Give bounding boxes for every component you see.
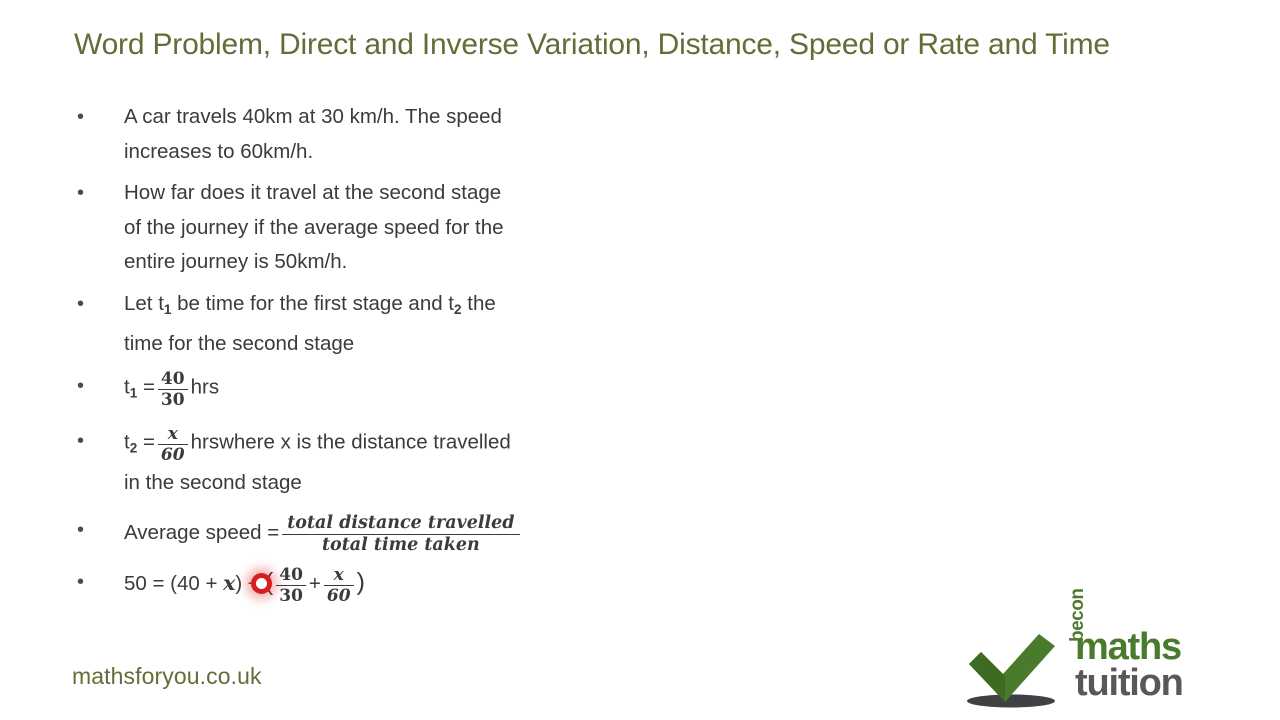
equation-t1: t1 = 40 30 hrs bbox=[124, 369, 670, 411]
brand-logo: becon maths tuition bbox=[963, 589, 1218, 710]
fraction-denominator: 60 bbox=[326, 586, 351, 607]
bullet-line: Let t1 be time for the first stage and t… bbox=[124, 287, 670, 328]
slide-canvas: Word Problem, Direct and Inverse Variati… bbox=[0, 0, 1280, 720]
list-item-average-speed: • Average speed = total distance travelle… bbox=[70, 513, 670, 555]
fraction-40-30: 40 30 bbox=[157, 369, 188, 410]
bullet-line: in the second stage bbox=[124, 470, 302, 494]
fraction-denominator: total time taken bbox=[321, 534, 480, 555]
fraction-numerator: total distance travelled bbox=[282, 514, 520, 535]
fraction-numerator: x bbox=[157, 424, 188, 445]
list-item-how-far: • How far does it travel at the second s… bbox=[70, 176, 670, 280]
fraction-numerator: 40 bbox=[157, 369, 188, 390]
open-paren: ( bbox=[264, 567, 274, 596]
bullet-icon: • bbox=[77, 429, 85, 452]
equation-t2: t2 = x 60 hrswhere x is the distance travel… bbox=[124, 424, 670, 466]
footer-website-link[interactable]: mathsforyou.co.uk bbox=[72, 663, 262, 690]
bullet-line: A car travels 40km at 30 km/h. The speed bbox=[124, 105, 502, 128]
fraction-x-60: x 60 bbox=[323, 566, 354, 607]
fraction-numerator: 40 bbox=[276, 566, 306, 587]
bullet-icon: • bbox=[77, 106, 85, 128]
fraction-denominator: 60 bbox=[160, 444, 185, 465]
bullet-icon: • bbox=[77, 374, 85, 397]
close-paren-lhs: ) bbox=[235, 571, 248, 595]
unit-and-text: hrswhere x is the distance travelled bbox=[190, 430, 511, 454]
bullet-line: How far does it travel at the second sta… bbox=[124, 181, 502, 204]
unit-label: hrs bbox=[190, 375, 220, 399]
text-mid: be time for the first stage and t bbox=[171, 291, 455, 315]
list-item-final-equation: • 50 = (40 + x) ÷ (40 30 + x 60) bbox=[70, 565, 670, 607]
bullet-icon: • bbox=[77, 292, 85, 315]
list-item-t2-equation: • t2 = x 60 hrswhere x is the distance trav… bbox=[70, 424, 670, 501]
text-prefix: Let t bbox=[124, 291, 164, 315]
subscript-2: 2 bbox=[454, 301, 462, 317]
bullet-line: entire journey is 50km/h. bbox=[124, 250, 348, 273]
bullet-line: time for the second stage bbox=[124, 332, 355, 356]
logo-tuition-text: tuition bbox=[1075, 662, 1184, 704]
bullet-line: of the journey if the average speed for … bbox=[124, 215, 504, 239]
page-title: Word Problem, Direct and Inverse Variati… bbox=[74, 28, 1110, 61]
close-paren: ) bbox=[356, 567, 365, 596]
bullet-icon: • bbox=[77, 519, 85, 542]
equation-final: 50 = (40 + x) ÷ (40 30 + x 60) bbox=[124, 565, 670, 607]
fraction-denominator: 30 bbox=[279, 586, 303, 607]
fraction-numerator: x bbox=[323, 566, 354, 587]
list-item-t1-equation: • t1 = 40 30 hrs bbox=[70, 369, 670, 411]
bullet-list: • A car travels 40km at 30 km/h. The spe… bbox=[70, 100, 670, 611]
fraction-average-speed: total distance travelled total time taken bbox=[282, 514, 520, 555]
fraction-40-30: 40 30 bbox=[276, 566, 306, 605]
equation-lhs: 50 = (40 + bbox=[124, 571, 224, 595]
plus-sign: + bbox=[308, 571, 321, 595]
text-suffix: the bbox=[461, 291, 496, 315]
fraction-x-60: x 60 bbox=[157, 424, 188, 465]
checkmark-icon bbox=[967, 634, 1055, 708]
average-speed-label: Average speed = bbox=[124, 521, 280, 545]
variable-x: x bbox=[223, 570, 236, 595]
fraction-denominator: 30 bbox=[160, 389, 185, 410]
divide-sign: ÷ bbox=[247, 571, 260, 595]
list-item-car-travels: • A car travels 40km at 30 km/h. The spe… bbox=[70, 100, 670, 169]
equation-average-speed: Average speed = total distance travelled t… bbox=[124, 513, 670, 555]
equals-sign: = bbox=[142, 375, 155, 399]
list-item-let-t1-t2: • Let t1 be time for the first stage and… bbox=[70, 287, 670, 362]
bullet-line: increases to 60km/h. bbox=[124, 139, 314, 163]
bullet-icon: • bbox=[77, 182, 85, 204]
equals-sign: = bbox=[142, 430, 155, 454]
bullet-icon: • bbox=[77, 570, 85, 593]
